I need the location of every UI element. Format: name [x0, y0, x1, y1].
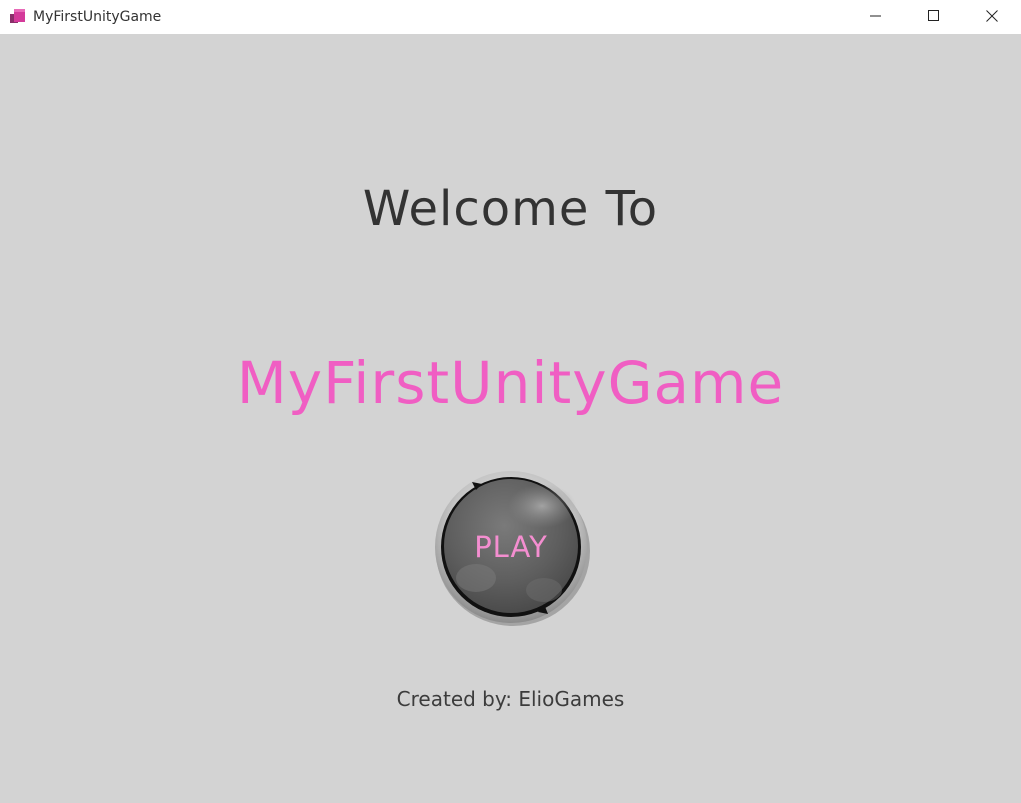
credits-text: Created by: ElioGames: [396, 687, 625, 711]
close-button[interactable]: [963, 0, 1021, 32]
play-button-label: PLAY: [474, 530, 548, 564]
close-icon: [986, 10, 998, 22]
welcome-heading: Welcome To: [362, 181, 659, 237]
maximize-icon: [928, 10, 939, 21]
main-menu: Welcome To MyFirstUnityGame PLAY Created…: [0, 34, 1021, 803]
title-bar[interactable]: MyFirstUnityGame: [0, 0, 1021, 34]
maximize-button[interactable]: [905, 0, 963, 32]
game-window: MyFirstUnityGame Welcome To MyFirstUnity…: [0, 0, 1021, 803]
window-title: MyFirstUnityGame: [33, 9, 162, 25]
minimize-button[interactable]: [847, 0, 905, 32]
minimize-icon: [870, 15, 881, 17]
game-title: MyFirstUnityGame: [236, 349, 785, 417]
unity-app-icon: [10, 9, 25, 23]
play-button[interactable]: PLAY: [432, 468, 590, 626]
